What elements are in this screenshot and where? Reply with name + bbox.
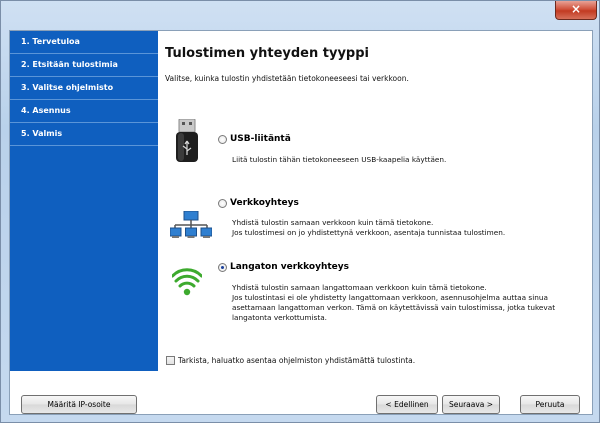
desc-line: asettamaan langattoman verkon. Tämä on k… bbox=[232, 303, 556, 312]
steps-sidebar: 1. Tervetuloa 2. Etsitään tulostimia 3. … bbox=[10, 31, 158, 371]
close-icon: × bbox=[570, 2, 582, 16]
desc-line: Liitä tulostin tähän tietokoneeseen USB-… bbox=[232, 155, 447, 164]
installer-window: × 1. Tervetuloa 2. Etsitään tulostimia 3… bbox=[0, 0, 600, 423]
page-title: Tulostimen yhteyden tyyppi bbox=[165, 46, 370, 61]
desc-line: Yhdistä tulostin samaan langattomaan ver… bbox=[232, 283, 487, 292]
desc-line: Jos tulostintasi ei ole yhdistetty langa… bbox=[232, 293, 548, 302]
desc-line: Jos tulostimesi on jo yhdistettynä verkk… bbox=[232, 228, 506, 237]
usb-option-label[interactable]: USB-liitäntä bbox=[230, 134, 291, 144]
sidebar-item-select-software: 3. Valitse ohjelmisto bbox=[10, 77, 158, 100]
desc-line: langatonta verkottumista. bbox=[232, 313, 328, 322]
wireless-icon bbox=[172, 268, 202, 296]
usb-icon bbox=[176, 119, 198, 162]
cancel-button[interactable]: Peruuta bbox=[520, 395, 580, 414]
usb-option-desc: Liitä tulostin tähän tietokoneeseen USB-… bbox=[232, 155, 582, 165]
sidebar-item-welcome: 1. Tervetuloa bbox=[10, 31, 158, 54]
wireless-option-label[interactable]: Langaton verkkoyhteys bbox=[230, 262, 349, 272]
network-icon bbox=[170, 211, 212, 238]
close-window-button[interactable]: × bbox=[555, 1, 597, 20]
set-ip-address-button[interactable]: Määritä IP-osoite bbox=[21, 395, 137, 414]
wireless-radio[interactable] bbox=[218, 263, 227, 272]
sidebar-item-done: 5. Valmis bbox=[10, 123, 158, 146]
sidebar-item-install: 4. Asennus bbox=[10, 100, 158, 123]
sidebar-item-search-printers: 2. Etsitään tulostimia bbox=[10, 54, 158, 77]
back-button[interactable]: < Edellinen bbox=[376, 395, 438, 414]
network-option-label[interactable]: Verkkoyhteys bbox=[230, 198, 299, 208]
desc-line: Yhdistä tulostin samaan verkkoon kuin tä… bbox=[232, 218, 434, 227]
network-option-desc: Yhdistä tulostin samaan verkkoon kuin tä… bbox=[232, 218, 582, 238]
no-connect-checkbox[interactable] bbox=[166, 356, 175, 365]
page-description: Valitse, kuinka tulostin yhdistetään tie… bbox=[165, 74, 409, 83]
usb-radio[interactable] bbox=[218, 135, 227, 144]
button-bar: Määritä IP-osoite < Edellinen Seuraava >… bbox=[10, 371, 592, 414]
next-button[interactable]: Seuraava > bbox=[442, 395, 500, 414]
no-connect-checkbox-label[interactable]: Tarkista, haluatko asentaa ohjelmiston y… bbox=[178, 356, 415, 365]
main-panel: Tulostimen yhteyden tyyppi Valitse, kuin… bbox=[158, 31, 592, 371]
wireless-option-desc: Yhdistä tulostin samaan langattomaan ver… bbox=[232, 283, 582, 323]
dialog-client-area: 1. Tervetuloa 2. Etsitään tulostimia 3. … bbox=[9, 30, 593, 415]
network-radio[interactable] bbox=[218, 199, 227, 208]
